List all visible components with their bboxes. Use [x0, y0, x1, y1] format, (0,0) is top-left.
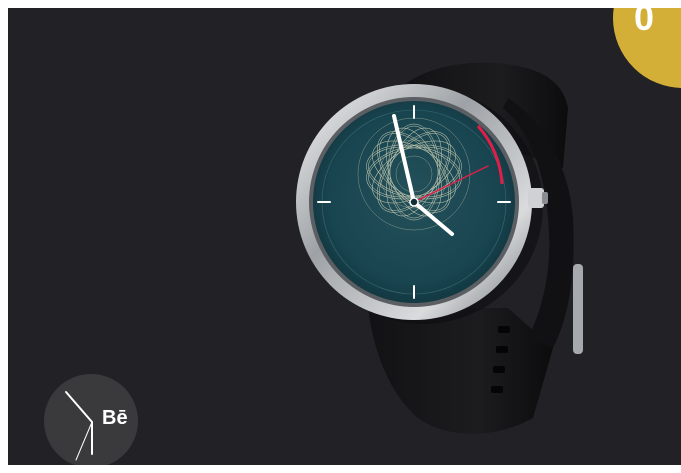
behance-logo: Bē — [102, 407, 128, 429]
strap-hole — [491, 386, 503, 393]
behance-badge[interactable]: Bē — [44, 374, 138, 465]
strap-hole — [493, 366, 505, 373]
corner-badge-text: 0 — [634, 8, 655, 38]
strap-hole — [496, 346, 508, 353]
clasp — [573, 264, 583, 354]
image-canvas: 0 Bē — [8, 8, 681, 465]
strap-hole — [498, 326, 510, 333]
hand-pin — [409, 197, 419, 207]
watch-crown — [528, 188, 544, 208]
lower-strap — [368, 308, 553, 434]
